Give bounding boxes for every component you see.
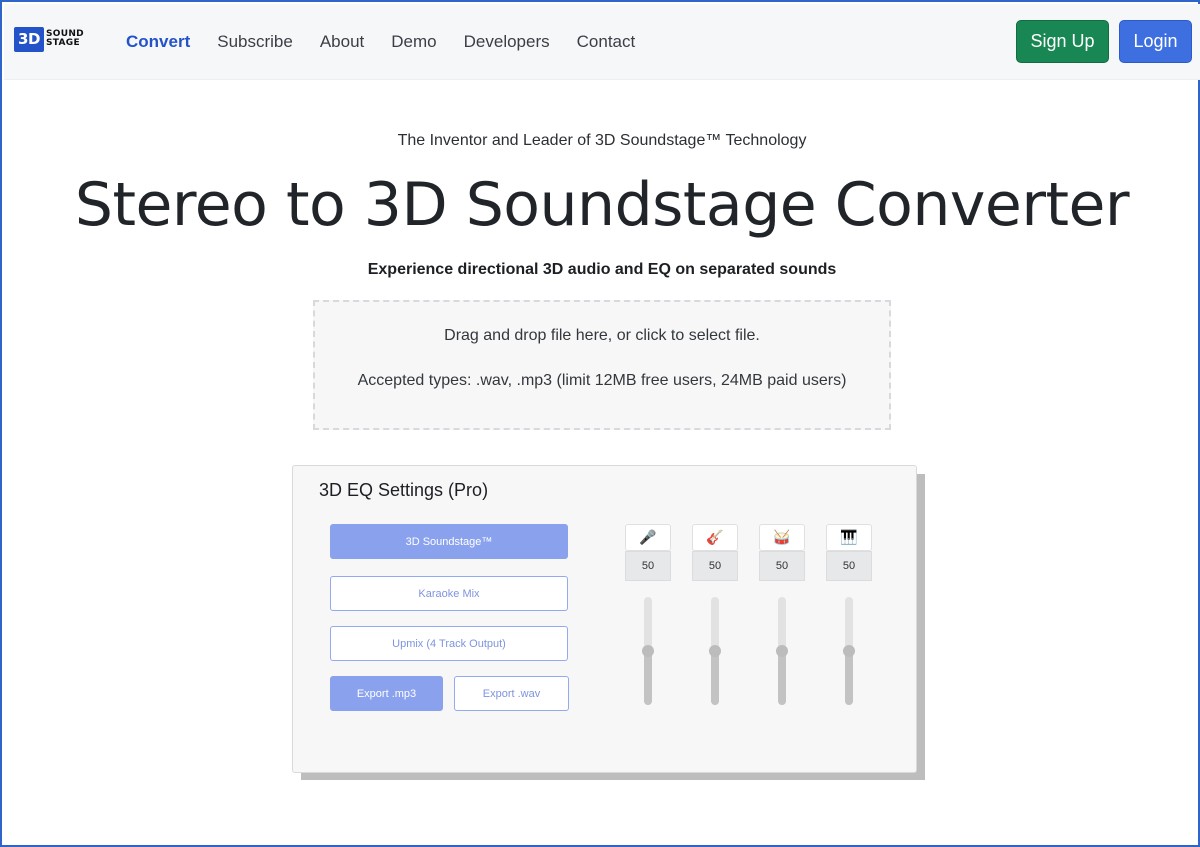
nav-link-contact[interactable]: Contact <box>577 32 636 52</box>
eq-settings-panel: 3D EQ Settings (Pro) 3D Soundstage™ Kara… <box>292 465 917 773</box>
logo[interactable]: 3D SOUND STAGE <box>14 26 84 52</box>
slider-knob[interactable] <box>642 645 654 657</box>
export-mp3-button[interactable]: Export .mp3 <box>330 676 443 711</box>
nav-link-demo[interactable]: Demo <box>391 32 436 52</box>
track-value: 50 <box>692 551 738 581</box>
piano-slider[interactable] <box>843 597 855 705</box>
track-value: 50 <box>759 551 805 581</box>
page-frame: 3D SOUND STAGE Convert Subscribe About D… <box>0 0 1200 847</box>
nav-link-developers[interactable]: Developers <box>464 32 550 52</box>
slider-knob[interactable] <box>709 645 721 657</box>
tagline: The Inventor and Leader of 3D Soundstage… <box>397 132 807 149</box>
file-dropzone[interactable]: Drag and drop file here, or click to sel… <box>313 300 891 430</box>
slider-knob[interactable] <box>843 645 855 657</box>
login-button[interactable]: Login <box>1119 20 1192 63</box>
nav-link-about[interactable]: About <box>320 32 364 52</box>
karaoke-mix-button[interactable]: Karaoke Mix <box>330 576 568 611</box>
upmix-button[interactable]: Upmix (4 Track Output) <box>330 626 568 661</box>
subtitle: Experience directional 3D audio and EQ o… <box>367 261 837 278</box>
export-wav-button[interactable]: Export .wav <box>454 676 569 711</box>
track-value: 50 <box>625 551 671 581</box>
logo-badge: 3D <box>14 26 44 52</box>
eq-panel-title: 3D EQ Settings (Pro) <box>319 480 489 500</box>
drum-icon: 🥁 <box>759 524 805 551</box>
piano-icon: 🎹 <box>826 524 872 551</box>
page-title: Stereo to 3D Soundstage Converter <box>74 170 1130 240</box>
nav-links: Convert Subscribe About Demo Developers … <box>126 32 662 52</box>
guitar-slider[interactable] <box>709 597 721 705</box>
dropzone-instruction: Drag and drop file here, or click to sel… <box>444 327 760 344</box>
nav-link-subscribe[interactable]: Subscribe <box>217 32 293 52</box>
soundstage-mode-button[interactable]: 3D Soundstage™ <box>330 524 568 559</box>
slider-knob[interactable] <box>776 645 788 657</box>
nav-link-convert[interactable]: Convert <box>126 32 190 52</box>
microphone-icon: 🎤 <box>625 524 671 551</box>
vocals-slider[interactable] <box>642 597 654 705</box>
logo-wordmark: SOUND STAGE <box>46 30 84 48</box>
drums-slider[interactable] <box>776 597 788 705</box>
signup-button[interactable]: Sign Up <box>1016 20 1109 63</box>
track-value: 50 <box>826 551 872 581</box>
logo-line-2: STAGE <box>46 38 80 48</box>
navbar: 3D SOUND STAGE Convert Subscribe About D… <box>4 4 1200 80</box>
dropzone-accepted-types: Accepted types: .wav, .mp3 (limit 12MB f… <box>357 372 847 389</box>
guitar-icon: 🎸 <box>692 524 738 551</box>
